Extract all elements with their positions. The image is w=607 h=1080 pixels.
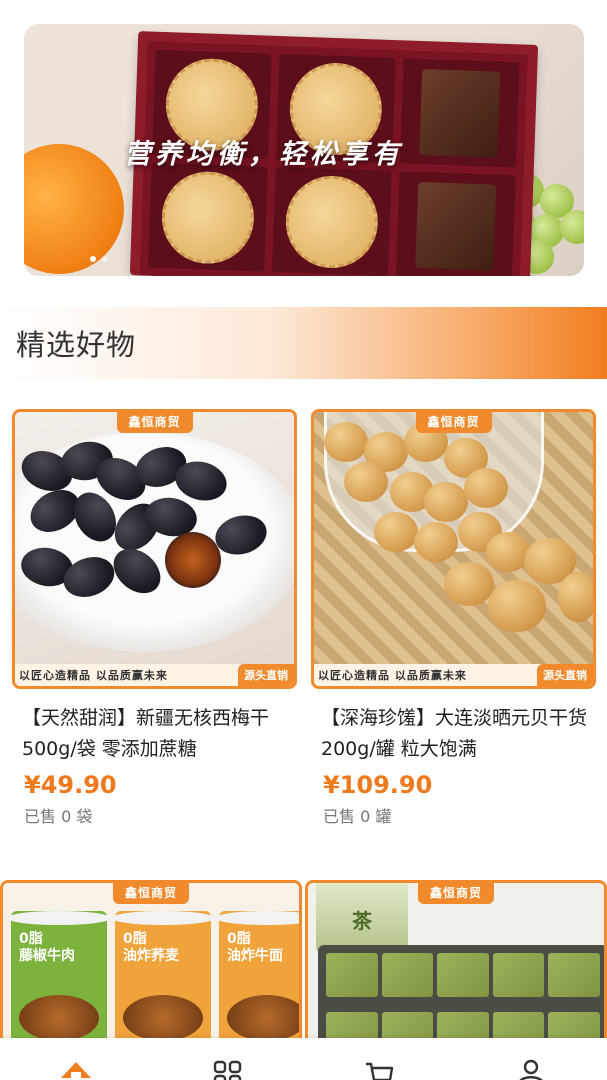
product-card[interactable]: 鑫恒商贸 以匠心造精品 以品质赢未来 源头直销 【天然甜润】新疆无核西梅干 50… xyxy=(12,409,297,827)
banner-slogan: 营养均衡，轻松享有 xyxy=(124,139,403,170)
nav-home[interactable] xyxy=(46,1038,106,1080)
nav-profile[interactable] xyxy=(501,1038,561,1080)
bottom-nav xyxy=(0,1038,607,1080)
product-sold-count: 已售 0 袋 xyxy=(24,807,93,826)
product-price: ¥109.90 xyxy=(323,771,433,799)
source-direct-tag: 源头直销 xyxy=(238,664,294,686)
product-image[interactable]: 鑫恒商贸 以匠心造精品 以品质赢未来 源头直销 xyxy=(311,409,596,689)
banner-pagination xyxy=(90,256,108,262)
product-banner-strip: 以匠心造精品 以品质赢未来 源头直销 xyxy=(314,664,593,686)
strip-slogan: 以匠心造精品 以品质赢未来 xyxy=(318,669,467,682)
product-banner-strip: 以匠心造精品 以品质赢未来 源头直销 xyxy=(15,664,294,686)
product-card[interactable]: 鑫恒商贸 以匠心造精品 以品质赢未来 源头直销 【深海珍馐】大连淡晒元贝干货 2… xyxy=(311,409,596,827)
brand-tag: 鑫恒商贸 xyxy=(112,883,190,904)
section-title: 精选好物 xyxy=(16,328,137,362)
promo-banner[interactable]: 营养均衡，轻松享有 xyxy=(24,24,584,276)
cup-label: 0脂 油炸荞麦 xyxy=(123,931,179,964)
product-name[interactable]: 【深海珍馐】大连淡晒元贝干货 200g/罐 粒大饱满 xyxy=(311,703,596,765)
product-card[interactable]: 0脂 藤椒牛肉 0脂 油炸荞麦 0脂 油炸牛面 鑫恒商贸 xyxy=(0,880,302,1050)
section-header: 精选好物 xyxy=(0,307,607,379)
product-name[interactable]: 【天然甜润】新疆无核西梅干 500g/袋 零添加蔗糖 xyxy=(12,703,297,765)
product-sold-count: 已售 0 罐 xyxy=(323,807,392,826)
profile-icon xyxy=(519,1059,543,1080)
home-icon xyxy=(60,1062,91,1080)
source-direct-tag: 源头直销 xyxy=(537,664,593,686)
cart-icon xyxy=(366,1062,394,1080)
orange-fruit-image xyxy=(24,144,124,274)
strip-slogan: 以匠心造精品 以品质赢未来 xyxy=(19,669,168,682)
brand-tag: 鑫恒商贸 xyxy=(415,412,492,433)
product-card[interactable]: 茶 鑫恒商贸 xyxy=(305,880,607,1050)
product-image[interactable]: 0脂 藤椒牛肉 0脂 油炸荞麦 0脂 油炸牛面 鑫恒商贸 xyxy=(0,880,302,1050)
brand-tag: 鑫恒商贸 xyxy=(417,883,495,904)
product-image[interactable]: 鑫恒商贸 以匠心造精品 以品质赢未来 源头直销 xyxy=(12,409,297,689)
nav-cart[interactable] xyxy=(349,1038,409,1080)
cup-label: 0脂 藤椒牛肉 xyxy=(19,931,75,964)
product-price: ¥49.90 xyxy=(24,771,117,799)
tin-label: 茶 xyxy=(352,909,372,933)
product-image[interactable]: 茶 鑫恒商贸 xyxy=(305,880,607,1050)
brand-tag: 鑫恒商贸 xyxy=(116,412,193,433)
category-icon xyxy=(213,1060,241,1080)
nav-category[interactable] xyxy=(198,1038,258,1080)
cup-label: 0脂 油炸牛面 xyxy=(227,931,283,964)
